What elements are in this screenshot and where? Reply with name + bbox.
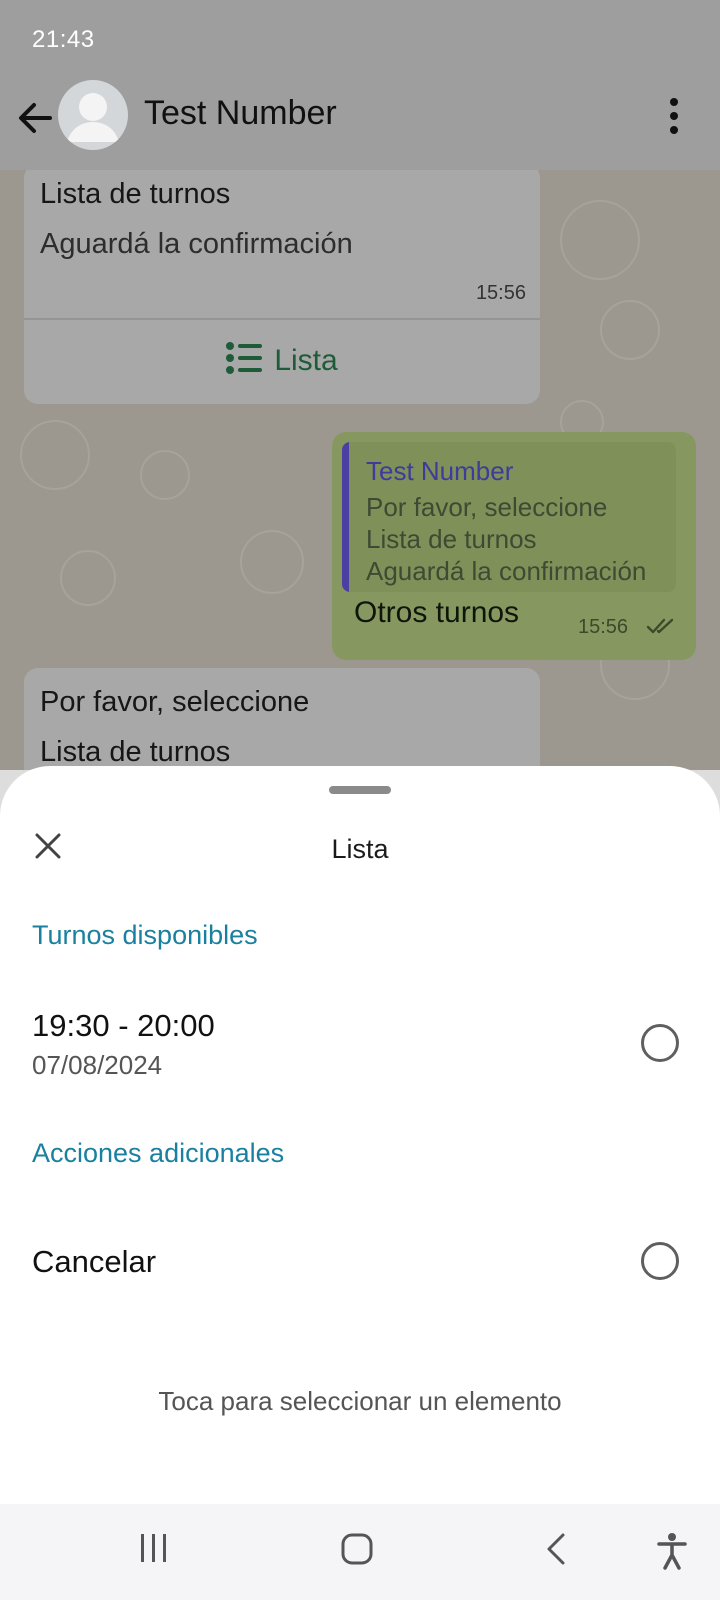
message-time: 15:56 [475,282,526,304]
accessibility-icon[interactable] [656,1532,688,1575]
status-time: 21:43 [32,26,95,53]
list-bottom-sheet: Lista Turnos disponibles 19:30 - 20:00 0… [0,766,720,1504]
radio-button[interactable] [641,1242,679,1280]
wallpaper-doodle [560,200,640,280]
list-icon [226,342,263,374]
section-title: Acciones adicionales [32,1138,285,1168]
home-icon[interactable] [340,1532,374,1571]
quote-bar [342,442,349,592]
wallpaper-doodle [240,530,304,594]
quoted-line: Por favor, seleccione [366,492,608,522]
back-icon[interactable] [544,1532,568,1571]
option-title: 19:30 - 20:00 [32,1008,215,1043]
wallpaper-doodle [140,450,190,500]
quoted-message[interactable]: Test Number Por favor, seleccione Lista … [342,442,676,592]
wallpaper-doodle [60,550,116,606]
message-bubble-outgoing[interactable]: Test Number Por favor, seleccione Lista … [332,432,696,660]
contact-name[interactable]: Test Number [144,94,337,133]
message-divider [24,318,540,320]
wallpaper-doodle [20,420,90,490]
back-arrow-icon[interactable] [14,96,58,140]
message-text: Otros turnos [354,596,520,629]
radio-button[interactable] [641,1024,679,1062]
sheet-title: Lista [331,834,389,864]
message-text: Lista de turnos [40,736,231,768]
status-bar: 21:43 [0,0,720,80]
section-title: Turnos disponibles [32,920,258,950]
option-subtitle: 07/08/2024 [32,1050,163,1080]
selection-hint: Toca para seleccionar un elemento [158,1386,562,1416]
message-text: Aguardá la confirmación [40,228,353,260]
recent-apps-icon[interactable] [138,1532,170,1569]
more-options-icon[interactable] [664,96,684,136]
list-button[interactable]: Lista [24,342,540,378]
list-button-label: Lista [274,344,338,377]
contact-avatar[interactable] [58,80,128,150]
option-title: Cancelar [32,1244,157,1279]
drag-handle[interactable] [329,786,391,794]
wallpaper-doodle [600,300,660,360]
quoted-line: Aguardá la confirmación [366,556,647,586]
message-bubble-incoming[interactable]: Lista de turnos Aguardá la confirmación … [24,170,540,404]
system-nav-bar [0,1504,720,1600]
read-receipt-icon [646,616,678,636]
chat-background: Lista de turnos Aguardá la confirmación … [0,170,720,770]
chat-header: Test Number [0,80,720,170]
message-text: Lista de turnos [40,178,231,210]
quoted-sender: Test Number [366,456,514,486]
quoted-line: Lista de turnos [366,524,537,554]
message-time: 15:56 [578,616,629,638]
message-bubble-incoming[interactable]: Por favor, seleccione Lista de turnos [24,668,540,770]
message-text: Por favor, seleccione [40,686,310,718]
